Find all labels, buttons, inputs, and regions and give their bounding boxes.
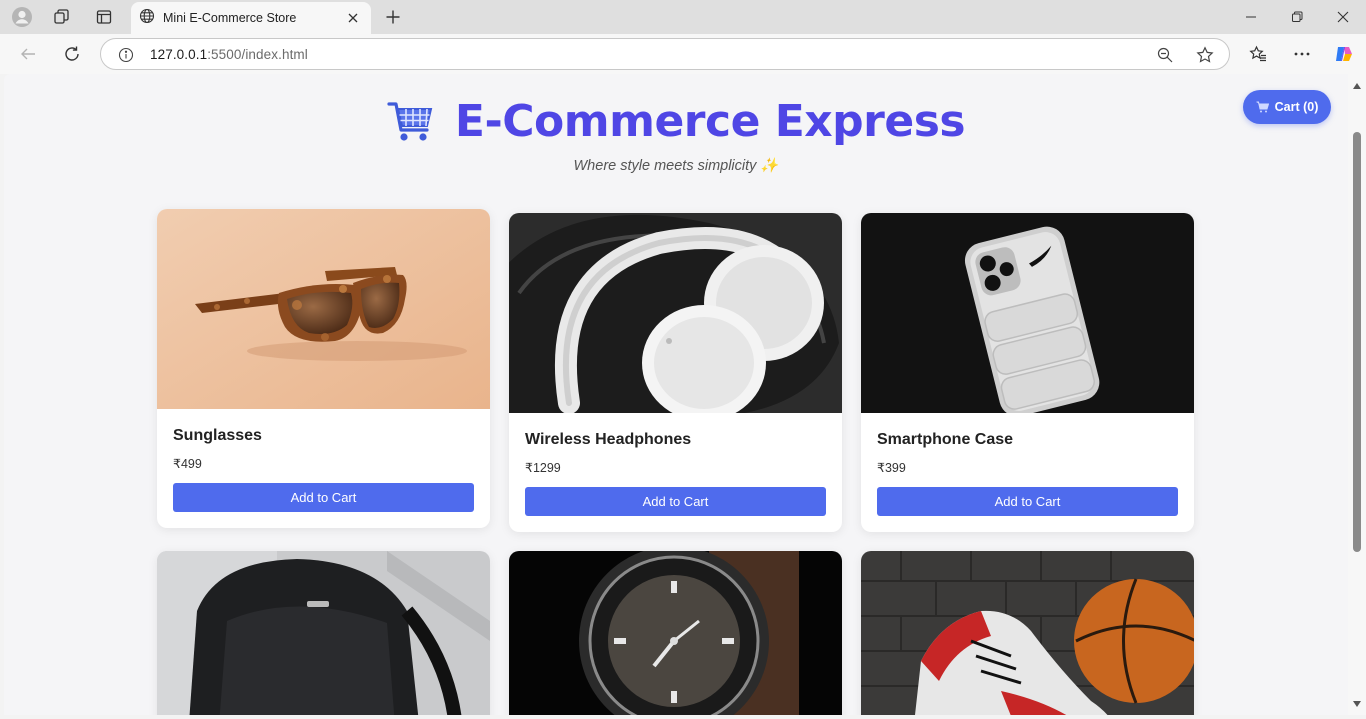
- add-to-cart-button[interactable]: Add to Cart: [525, 487, 826, 516]
- product-name: Sunglasses: [173, 427, 262, 444]
- product-card: [861, 551, 1194, 715]
- product-image-sneakers: [861, 551, 1194, 715]
- favorite-star-icon[interactable]: [1194, 44, 1216, 66]
- url-text[interactable]: 127.0.0.1:5500/index.html: [150, 47, 308, 62]
- product-name: Smartphone Case: [877, 431, 1014, 448]
- favorites-icon[interactable]: [1243, 40, 1273, 68]
- zoom-out-icon[interactable]: [1154, 44, 1176, 66]
- product-info: Sunglasses ₹499 Add to Cart: [157, 409, 490, 528]
- site-title: E-Commerce Express: [4, 96, 1348, 147]
- product-card: Smartphone Case ₹399 Add to Cart: [861, 213, 1194, 532]
- scrollbar-thumb[interactable]: [1353, 132, 1361, 552]
- new-tab-icon[interactable]: [380, 4, 406, 30]
- product-info: Wireless Headphones ₹1299 Add to Cart: [509, 413, 842, 532]
- product-info: Smartphone Case ₹399 Add to Cart: [861, 413, 1194, 532]
- product-card: [157, 551, 490, 715]
- product-card: Wireless Headphones ₹1299 Add to Cart: [509, 213, 842, 532]
- vertical-tabs-icon[interactable]: [90, 4, 118, 30]
- scroll-up-icon[interactable]: [1352, 82, 1362, 90]
- tab-title: Mini E-Commerce Store: [163, 11, 297, 25]
- page-viewport: E-Commerce Express Where style meets sim…: [4, 74, 1348, 715]
- shopping-cart-icon: [387, 101, 433, 141]
- product-card: Sunglasses ₹499 Add to Cart: [157, 209, 490, 528]
- product-card: [509, 551, 842, 715]
- url-path: :5500/index.html: [207, 47, 308, 62]
- active-tab[interactable]: Mini E-Commerce Store: [131, 2, 371, 34]
- product-name: Wireless Headphones: [525, 431, 692, 448]
- site-info-icon[interactable]: [115, 44, 137, 66]
- workspaces-icon[interactable]: [48, 4, 76, 30]
- copilot-icon[interactable]: [1329, 40, 1359, 68]
- restore-icon[interactable]: [1274, 0, 1320, 34]
- product-image-phone-case: [861, 213, 1194, 413]
- cart-button[interactable]: Cart (0): [1243, 90, 1331, 124]
- site-title-text: E-Commerce Express: [454, 96, 966, 147]
- tagline: Where style meets simplicity ✨: [573, 158, 779, 174]
- tab-bar: Mini E-Commerce Store: [0, 0, 1366, 34]
- product-image-sunglasses: [157, 209, 490, 409]
- add-to-cart-button[interactable]: Add to Cart: [173, 483, 474, 512]
- globe-icon: [139, 8, 155, 29]
- product-price: ₹1299: [525, 461, 561, 475]
- back-icon[interactable]: [13, 40, 43, 68]
- profile-icon[interactable]: [8, 4, 36, 30]
- vertical-scrollbar[interactable]: [1348, 74, 1366, 715]
- cart-icon: [1256, 101, 1269, 113]
- refresh-icon[interactable]: [57, 40, 87, 68]
- cart-button-label: Cart (0): [1274, 100, 1319, 114]
- address-bar[interactable]: 127.0.0.1:5500/index.html: [100, 38, 1230, 70]
- more-options-icon[interactable]: [1287, 40, 1317, 68]
- url-host: 127.0.0.1: [150, 47, 208, 62]
- scroll-down-icon[interactable]: [1352, 700, 1362, 708]
- product-price: ₹499: [173, 457, 202, 471]
- close-tab-icon[interactable]: [343, 8, 363, 28]
- close-window-icon[interactable]: [1320, 0, 1366, 34]
- add-to-cart-button[interactable]: Add to Cart: [877, 487, 1178, 516]
- minimize-icon[interactable]: [1228, 0, 1274, 34]
- product-image-headphones: [509, 213, 842, 413]
- product-image-watch: [509, 551, 842, 715]
- product-image-backpack: [157, 551, 490, 715]
- product-price: ₹399: [877, 461, 906, 475]
- address-toolbar: 127.0.0.1:5500/index.html: [0, 34, 1366, 74]
